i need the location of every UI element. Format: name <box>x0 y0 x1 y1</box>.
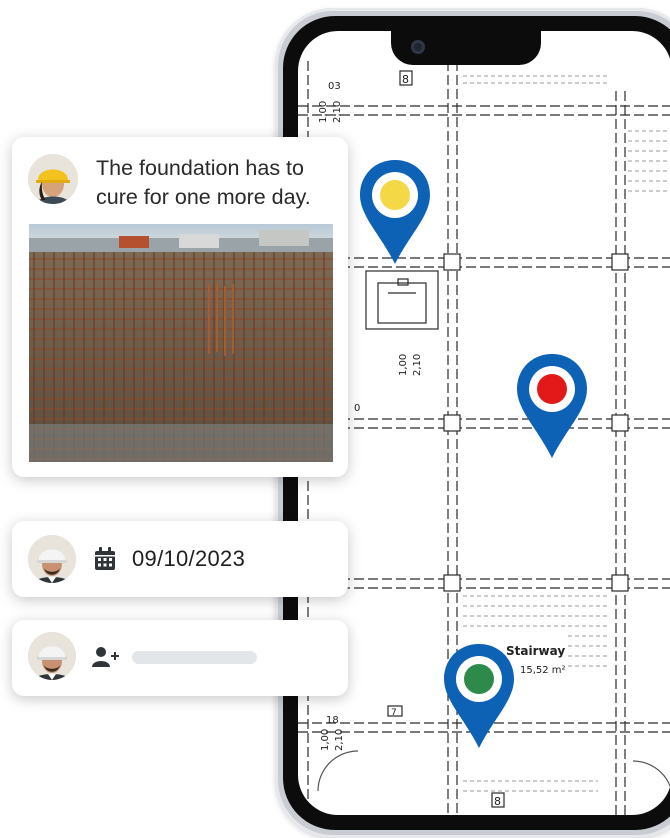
status-pin-red[interactable] <box>515 352 589 460</box>
status-pin-green[interactable] <box>442 642 516 750</box>
due-date-value[interactable]: 09/10/2023 <box>132 546 245 572</box>
room-number-8-bottom: 8 <box>494 795 501 808</box>
dim-width-bottom: 1,00 <box>320 729 331 751</box>
avatar-worker-woman[interactable] <box>28 154 78 204</box>
comment-text: The foundation has to cure for one more … <box>96 156 311 209</box>
comment-card[interactable]: The foundation has to cure for one more … <box>12 137 348 477</box>
avatar-worker-man[interactable] <box>28 632 76 680</box>
assignee-field[interactable] <box>132 651 257 664</box>
dim-width-mid: 1,00 <box>398 354 409 376</box>
room-area: 15,52 m² <box>520 665 566 676</box>
phone-notch <box>391 31 541 65</box>
due-date-card[interactable]: 09/10/2023 <box>12 521 348 597</box>
room-number-8-top: 8 <box>402 73 409 86</box>
dim-height-mid: 2,10 <box>412 354 423 376</box>
status-pin-yellow[interactable] <box>358 158 432 266</box>
room-number-03: 03 <box>328 81 341 92</box>
add-user-icon[interactable] <box>92 646 120 673</box>
assignee-card[interactable] <box>12 620 348 696</box>
dim-width-top: 1,00 <box>318 101 329 123</box>
dim-height-bottom: 2,10 <box>334 729 345 751</box>
room-number-7: 7 <box>391 708 397 718</box>
partial-value: 0 <box>354 403 360 414</box>
camera-icon <box>411 40 425 54</box>
avatar-worker-man[interactable] <box>28 535 76 583</box>
dim-height-top: 2,10 <box>332 101 343 123</box>
room-number-18: 18 <box>326 715 339 726</box>
construction-photo[interactable] <box>29 224 333 462</box>
calendar-icon <box>94 547 116 576</box>
